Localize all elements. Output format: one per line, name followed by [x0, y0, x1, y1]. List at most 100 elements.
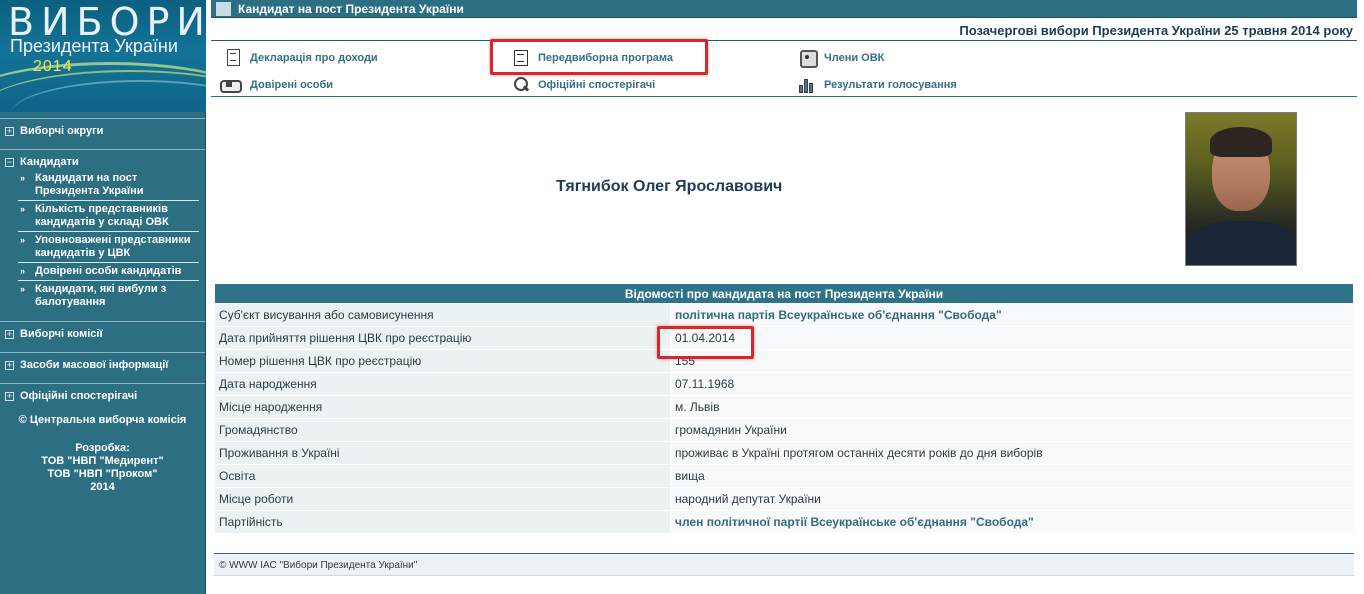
- row-value: 155: [670, 349, 1354, 373]
- handshake-icon: [219, 75, 243, 95]
- table-row: Проживання в Україні проживає в Україні …: [214, 441, 1354, 465]
- dev-year: 2014: [90, 481, 115, 494]
- table-row: Місце народження м. Львів: [214, 395, 1354, 419]
- link-label: Офіційні спостерігачі: [538, 79, 656, 91]
- double-chevron-icon: »: [20, 173, 26, 184]
- row-key: Номер рішення ЦВК про реєстрацію: [214, 349, 671, 373]
- double-chevron-icon: »: [20, 204, 26, 215]
- row-value: народний депутат України: [670, 487, 1354, 511]
- sidebar-item-districts[interactable]: + Виборчі округи: [0, 118, 205, 143]
- row-value: 07.11.1968: [670, 372, 1354, 396]
- row-key: Громадянство: [214, 418, 671, 442]
- commission-icon: [797, 48, 818, 68]
- sidebar-item-label: Кандидати: [20, 156, 79, 169]
- candidate-links-bar: Декларація про доходи Передвиборна прогр…: [211, 39, 1357, 97]
- row-value: громадянин України: [670, 418, 1354, 442]
- expand-icon[interactable]: +: [5, 329, 14, 339]
- double-chevron-icon: »: [20, 266, 26, 277]
- sidebar-subitem-label: Уповноважені представники кандидатів у Ц…: [35, 234, 191, 260]
- sidebar: ВИБОРИ Президента України 2014 + Виборчі …: [0, 0, 206, 594]
- candidate-header: Тягнибок Олег Ярославович: [211, 97, 1357, 283]
- expand-icon[interactable]: +: [5, 360, 14, 370]
- candidate-name: Тягнибок Олег Ярославович: [556, 178, 783, 195]
- row-value: проживає в Україні протягом останніх дес…: [670, 441, 1354, 465]
- logo-year: 2014: [33, 58, 73, 75]
- table-row: Дата прийняття рішення ЦВК про реєстраці…: [214, 326, 1354, 350]
- row-key: Суб'єкт висування або самовисунення: [214, 303, 671, 327]
- election-logo[interactable]: ВИБОРИ Президента України 2014: [0, 0, 206, 112]
- title-square-icon: [216, 2, 231, 16]
- link-label: Довірені особи: [250, 79, 334, 91]
- link-trusted-persons[interactable]: Довірені особи: [219, 75, 333, 95]
- link-income-declaration[interactable]: Декларація про доходи: [223, 48, 378, 68]
- sidebar-subitem-withdrawn[interactable]: » Кандидати, які вибули з балотування: [18, 281, 199, 311]
- sidebar-item-label: Виборчі комісії: [20, 328, 103, 341]
- row-value: м. Львів: [670, 395, 1354, 419]
- expand-icon[interactable]: +: [5, 126, 14, 136]
- sidebar-item-label: Засоби масової інформації: [20, 359, 169, 372]
- candidate-photo: [1185, 112, 1297, 266]
- sidebar-subitem-candidates-president[interactable]: » Кандидати на пост Президента України: [18, 170, 199, 202]
- candidate-info-table: Відомості про кандидата на пост Президен…: [214, 283, 1354, 534]
- page-footer: © WWW ІАС "Вибори Президента України": [214, 553, 1354, 576]
- collapse-icon[interactable]: −: [5, 157, 14, 167]
- sidebar-developers: Розробка: ТОВ "НВП "Медирент" ТОВ "НВП "…: [0, 426, 205, 494]
- row-value: 01.04.2014: [670, 326, 1354, 350]
- link-label: Результати голосування: [824, 79, 957, 91]
- row-key: Освіта: [214, 464, 671, 488]
- sidebar-subitem-label: Кандидати на пост Президента України: [35, 172, 144, 198]
- double-chevron-icon: »: [20, 284, 26, 295]
- expand-icon[interactable]: +: [5, 391, 14, 401]
- table-row: Дата народження 07.11.1968: [214, 372, 1354, 396]
- table-row: Місце роботи народний депутат України: [214, 487, 1354, 511]
- row-key: Проживання в Україні: [214, 441, 671, 465]
- highlight-date-box: [657, 326, 754, 359]
- row-key: Місце народження: [214, 395, 671, 419]
- sidebar-item-label: Офіційні спостерігачі: [20, 390, 138, 403]
- sidebar-item-media[interactable]: + Засоби масової інформації: [0, 352, 205, 377]
- page-title: Кандидат на пост Президента України: [238, 2, 464, 16]
- main-content: Кандидат на пост Президента України Поза…: [211, 0, 1357, 594]
- link-ovk-members[interactable]: Члени ОВК: [797, 48, 884, 68]
- link-official-observers[interactable]: Офіційні спостерігачі: [511, 75, 655, 95]
- table-header: Відомості про кандидата на пост Президен…: [214, 283, 1354, 304]
- double-chevron-icon: »: [20, 235, 26, 246]
- sidebar-subitem-label: Довірені особи кандидатів: [35, 265, 182, 278]
- logo-subtitle: Президента України: [10, 36, 178, 56]
- observer-icon: [511, 75, 531, 95]
- row-value: вища: [670, 464, 1354, 488]
- link-label: Члени ОВК: [824, 52, 885, 64]
- dev-label: Розробка:: [75, 442, 130, 455]
- table-row: Партійність член політичної партії Всеук…: [214, 510, 1354, 534]
- row-key: Партійність: [214, 510, 671, 534]
- table-row: Громадянство громадянин України: [214, 418, 1354, 442]
- row-value-link[interactable]: член політичної партії Всеукраїнське об'…: [670, 510, 1354, 534]
- highlight-program-box: [490, 39, 708, 75]
- row-key: Дата народження: [214, 372, 671, 396]
- row-value-link[interactable]: політична партія Всеукраїнське об'єднанн…: [670, 303, 1354, 327]
- sidebar-subitem-representatives-count[interactable]: » Кількість представників кандидатів у с…: [18, 201, 199, 233]
- sidebar-item-label: Виборчі округи: [20, 125, 104, 138]
- link-label: Декларація про доходи: [250, 52, 378, 64]
- election-subtitle: Позачергові вибори Президента України 25…: [211, 18, 1357, 41]
- link-voting-results[interactable]: Результати голосування: [797, 75, 957, 95]
- sidebar-subitem-trusted-persons[interactable]: » Довірені особи кандидатів: [18, 263, 199, 282]
- sidebar-subitem-label: Кількість представників кандидатів у скл…: [35, 203, 169, 229]
- sidebar-copyright: © Центральна виборча комісія: [18, 414, 187, 427]
- dev-company-1: ТОВ "НВП "Медирент": [41, 455, 164, 468]
- page-title-bar: Кандидат на пост Президента України: [211, 0, 1357, 18]
- row-key: Дата прийняття рішення ЦВК про реєстраці…: [214, 326, 671, 350]
- row-key: Місце роботи: [214, 487, 671, 511]
- sidebar-subitem-authorized-representatives[interactable]: » Уповноважені представники кандидатів у…: [18, 232, 199, 264]
- table-row: Суб'єкт висування або самовисунення полі…: [214, 303, 1354, 327]
- dev-company-2: ТОВ "НВП "Проком": [47, 468, 158, 481]
- table-row: Освіта вища: [214, 464, 1354, 488]
- table-row: Номер рішення ЦВК про реєстрацію 155: [214, 349, 1354, 373]
- document-icon: [223, 48, 243, 68]
- sidebar-item-observers[interactable]: + Офіційні спостерігачі: [0, 383, 205, 408]
- sidebar-item-commissions[interactable]: + Виборчі комісії: [0, 321, 205, 346]
- sidebar-item-candidates[interactable]: − Кандидати: [0, 149, 205, 170]
- sidebar-subitem-label: Кандидати, які вибули з балотування: [35, 283, 167, 309]
- candidates-submenu: » Кандидати на пост Президента України »…: [0, 170, 205, 311]
- bar-chart-icon: [797, 75, 817, 95]
